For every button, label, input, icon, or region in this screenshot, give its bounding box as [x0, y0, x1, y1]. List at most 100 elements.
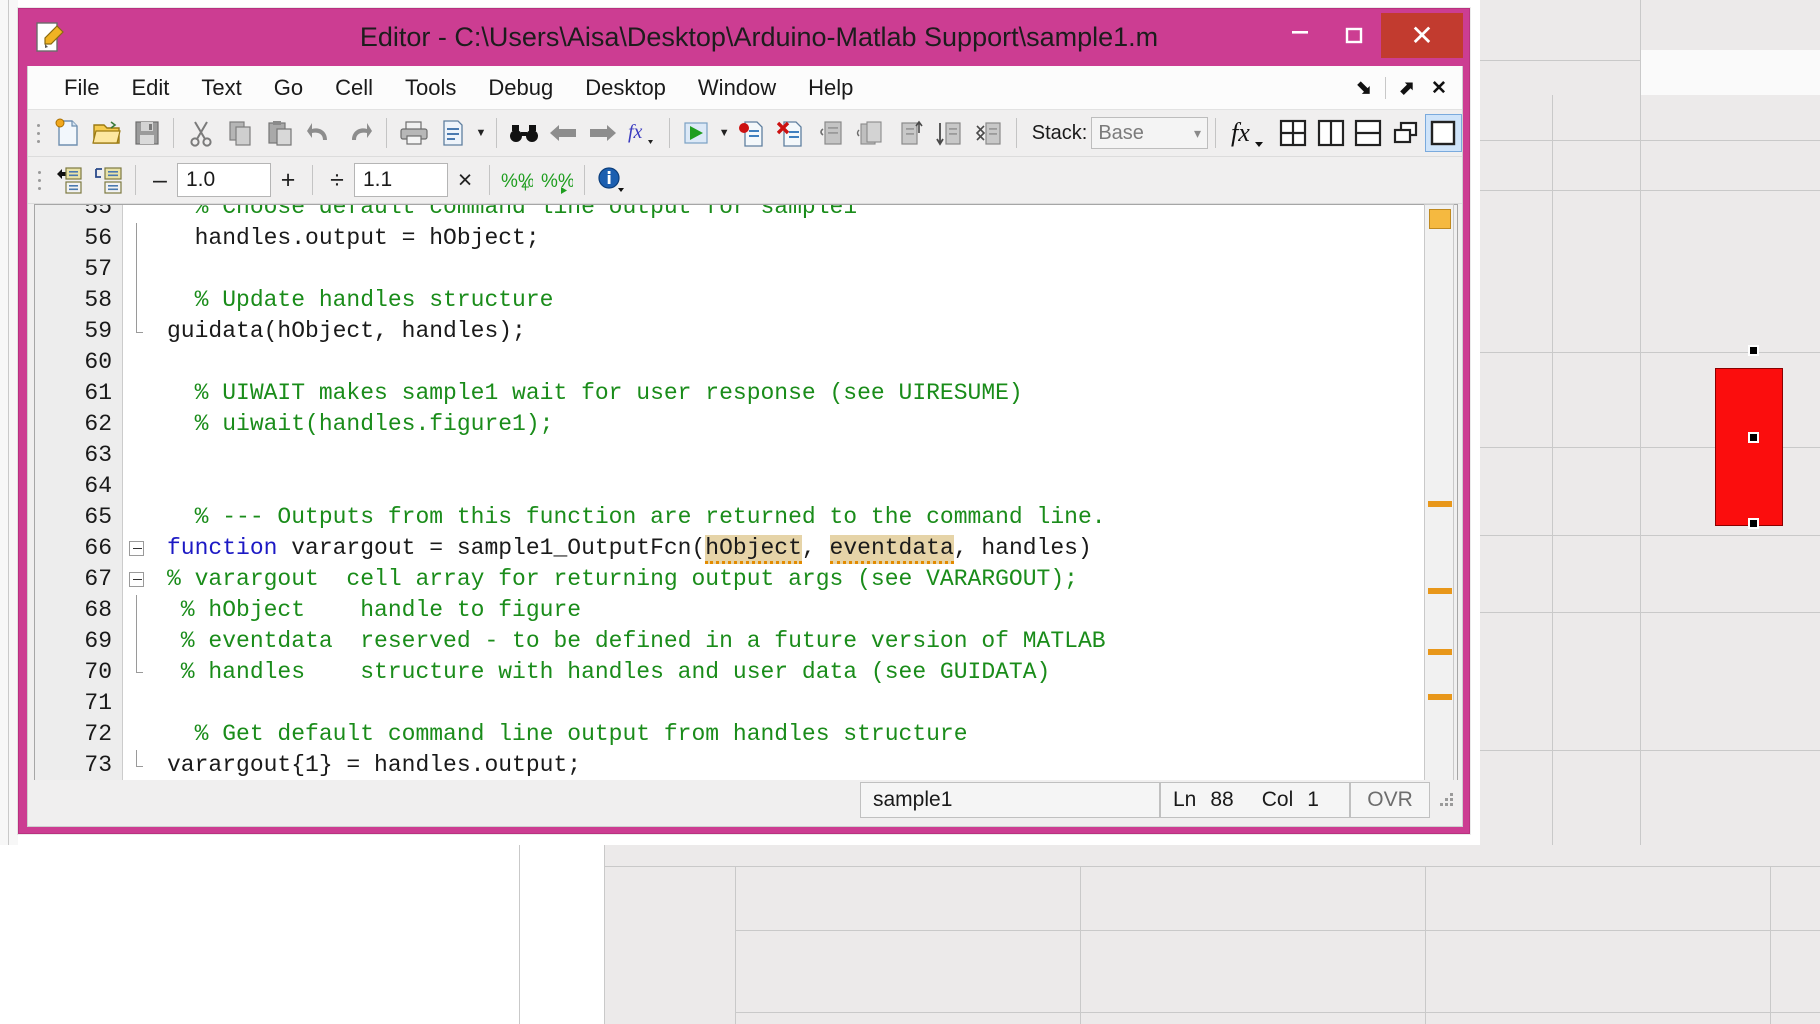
- continue-icon[interactable]: [930, 114, 970, 152]
- minimize-button[interactable]: [1273, 13, 1327, 58]
- cascade-icon[interactable]: [1387, 114, 1425, 152]
- code-line[interactable]: varargout{1} = handles.output;: [153, 750, 1427, 781]
- cell-value-left-input[interactable]: 1.0: [177, 163, 271, 197]
- info-icon[interactable]: [592, 161, 632, 199]
- step-icon[interactable]: [811, 114, 851, 152]
- menu-help[interactable]: Help: [792, 75, 869, 101]
- clear-breakpoints-icon[interactable]: [772, 114, 812, 152]
- code-line[interactable]: [153, 254, 1427, 285]
- undo-icon[interactable]: [300, 114, 340, 152]
- fold-marker[interactable]: [123, 533, 153, 564]
- find-icon[interactable]: [504, 114, 544, 152]
- menu-window[interactable]: Window: [682, 75, 792, 101]
- decrease-button[interactable]: –: [143, 161, 177, 199]
- fold-marker: [123, 223, 153, 254]
- close-button[interactable]: ✕: [1381, 13, 1463, 58]
- chevron-down-icon[interactable]: ▼: [716, 114, 732, 152]
- code-analyzer-strip[interactable]: [1424, 204, 1454, 782]
- code-line[interactable]: % Update handles structure: [153, 285, 1427, 316]
- resize-grip[interactable]: [1436, 789, 1458, 811]
- code-line[interactable]: function varargout = sample1_OutputFcn(h…: [153, 533, 1427, 564]
- undock-arrow-icon[interactable]: ⬈: [1394, 73, 1420, 103]
- toolbar-grip[interactable]: [34, 165, 44, 195]
- step-out-icon[interactable]: [890, 114, 930, 152]
- menu-cell[interactable]: Cell: [319, 75, 389, 101]
- code-line[interactable]: [153, 471, 1427, 502]
- insert-cell-icon[interactable]: [48, 161, 88, 199]
- background-gridline: [1080, 866, 1081, 1024]
- code-folding-column[interactable]: [123, 205, 153, 781]
- cell-value-right-input[interactable]: 1.1: [354, 163, 448, 197]
- dock-arrow-icon[interactable]: ⬊: [1351, 73, 1377, 103]
- background-gridline: [1480, 140, 1820, 141]
- resize-handle-middle[interactable]: [1748, 432, 1759, 443]
- code-analyzer-summary-icon[interactable]: [1429, 209, 1451, 229]
- selected-component-rect[interactable]: [1715, 368, 1783, 526]
- menu-file[interactable]: File: [48, 75, 115, 101]
- print-preview-icon[interactable]: [433, 114, 473, 152]
- divide-button[interactable]: ÷: [320, 161, 354, 199]
- menu-go[interactable]: Go: [258, 75, 319, 101]
- code-line[interactable]: [153, 688, 1427, 719]
- chevron-down-icon[interactable]: ▼: [473, 114, 489, 152]
- resize-handle-bottom[interactable]: [1748, 518, 1759, 529]
- code-line[interactable]: % UIWAIT makes sample1 wait for user res…: [153, 378, 1427, 409]
- code-line[interactable]: % eventdata reserved - to be defined in …: [153, 626, 1427, 657]
- code-editor-area[interactable]: 55 56–57 58 59–60 61 62 63 64 65 66 67 68 69 70 71 72 73…: [34, 204, 1458, 782]
- code-line[interactable]: % varargout cell array for returning out…: [153, 564, 1427, 595]
- tile-4-icon[interactable]: [1274, 114, 1312, 152]
- code-line[interactable]: [153, 347, 1427, 378]
- code-analyzer-warning-mark[interactable]: [1428, 501, 1452, 507]
- close-document-icon[interactable]: ✕: [1426, 73, 1452, 103]
- menu-desktop[interactable]: Desktop: [569, 75, 682, 101]
- code-line[interactable]: % Choose default command line output for…: [153, 205, 1427, 223]
- toolbar-grip[interactable]: [34, 118, 44, 148]
- overwrite-mode-indicator[interactable]: OVR: [1350, 782, 1430, 818]
- stack-select[interactable]: Base ▾: [1091, 117, 1209, 149]
- tile-horizontal-icon[interactable]: [1349, 114, 1387, 152]
- code-text-content[interactable]: % Choose default command line output for…: [153, 205, 1427, 781]
- code-line[interactable]: guidata(hObject, handles);: [153, 316, 1427, 347]
- save-file-icon[interactable]: [127, 114, 167, 152]
- maximize-button[interactable]: [1327, 13, 1381, 58]
- cut-icon[interactable]: [181, 114, 221, 152]
- tile-vertical-icon[interactable]: [1312, 114, 1350, 152]
- code-line[interactable]: handles.output = hObject;: [153, 223, 1427, 254]
- menu-debug[interactable]: Debug: [472, 75, 569, 101]
- new-file-icon[interactable]: [48, 114, 88, 152]
- maximize-pane-icon[interactable]: [1424, 114, 1463, 152]
- code-analyzer-warning-mark[interactable]: [1428, 649, 1452, 655]
- back-arrow-icon[interactable]: [543, 114, 583, 152]
- code-line[interactable]: % uiwait(handles.figure1);: [153, 409, 1427, 440]
- increase-button[interactable]: +: [271, 161, 305, 199]
- title-bar[interactable]: Editor - C:\Users\Aisa\Desktop\Arduino-M…: [19, 9, 1469, 66]
- code-analyzer-warning-mark[interactable]: [1428, 588, 1452, 594]
- resize-handle-top[interactable]: [1748, 345, 1759, 356]
- code-line[interactable]: % handles structure with handles and use…: [153, 657, 1427, 688]
- code-analyzer-warning-mark[interactable]: [1428, 694, 1452, 700]
- menu-text[interactable]: Text: [185, 75, 257, 101]
- open-file-icon[interactable]: [87, 114, 127, 152]
- code-line[interactable]: % Get default command line output from h…: [153, 719, 1427, 750]
- multiply-button[interactable]: ×: [448, 161, 482, 199]
- menu-edit[interactable]: Edit: [115, 75, 185, 101]
- run-icon[interactable]: [677, 114, 717, 152]
- menu-tools[interactable]: Tools: [389, 75, 472, 101]
- evaluate-cell-icon[interactable]: %% +: [497, 161, 537, 199]
- step-in-icon[interactable]: [851, 114, 891, 152]
- paste-icon[interactable]: [260, 114, 300, 152]
- code-line[interactable]: % hObject handle to figure: [153, 595, 1427, 626]
- function-browser-icon[interactable]: fx: [622, 114, 662, 152]
- fold-marker[interactable]: [123, 564, 153, 595]
- set-breakpoint-icon[interactable]: [732, 114, 772, 152]
- code-line[interactable]: [153, 440, 1427, 471]
- code-line[interactable]: % --- Outputs from this function are ret…: [153, 502, 1427, 533]
- forward-arrow-icon[interactable]: [583, 114, 623, 152]
- exit-debug-icon[interactable]: [969, 114, 1009, 152]
- evaluate-cell-advance-icon[interactable]: %%: [537, 161, 577, 199]
- redo-icon[interactable]: [339, 114, 379, 152]
- copy-icon[interactable]: [221, 114, 261, 152]
- fx-shortcuts-icon[interactable]: fx: [1223, 114, 1274, 152]
- print-icon[interactable]: [394, 114, 434, 152]
- insert-cell-divider-icon[interactable]: [88, 161, 128, 199]
